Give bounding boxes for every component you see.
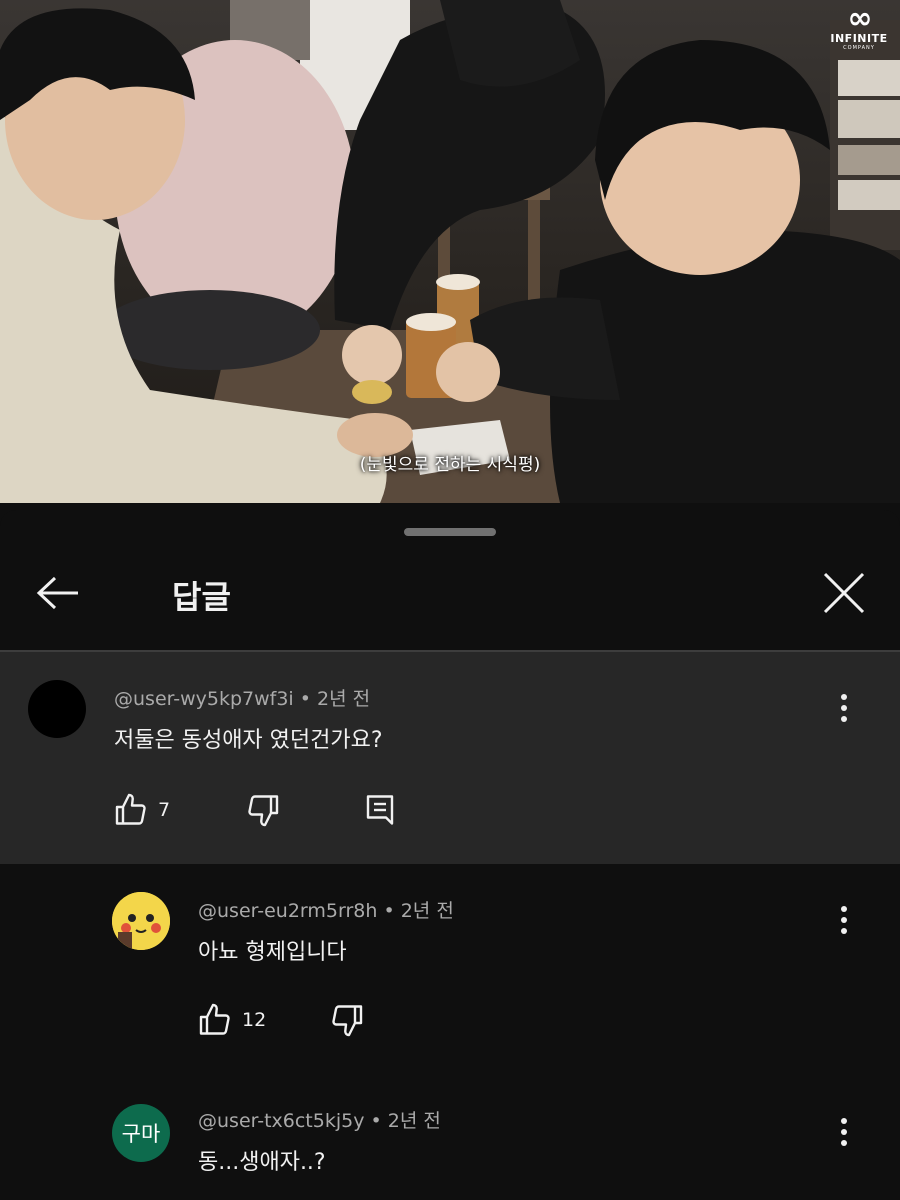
dislike-button[interactable] [244,792,280,828]
thumb-down-icon [248,795,279,827]
logo-subtext: COMPANY [843,45,875,51]
video-subtitle: (눈빛으로 전하는 시식평) [359,455,541,475]
comment-icon [366,795,394,825]
more-options-button[interactable] [829,1112,859,1152]
avatar-text: 구마 [121,1122,161,1146]
thumb-down-icon [332,1005,363,1037]
more-vert-icon [841,1118,847,1146]
comment-author[interactable]: @user-tx6ct5kj5y [198,1110,364,1132]
infinite-logo-icon: ∞ [847,1,873,36]
avatar[interactable] [112,892,170,950]
comment-time: 2년 전 [400,900,454,922]
comment-text: 저둘은 동성애자 였던건가요? [114,728,383,753]
back-button[interactable] [30,570,86,616]
replies-panel: 답글 @user-wy5kp7wf3i • 2년 전 저둘은 동성애자 였던건가… [0,510,900,1200]
close-icon [823,572,865,614]
dislike-button[interactable] [328,1002,364,1038]
comment-text: 동...생애자..? [198,1150,326,1175]
more-vert-icon [841,694,847,722]
more-options-button[interactable] [829,688,859,728]
panel-title: 답글 [172,578,231,616]
meta-separator: • [383,900,395,922]
like-count: 12 [242,1009,267,1031]
like-button[interactable]: 7 [114,792,170,828]
drag-handle[interactable] [404,528,496,536]
reply-item: @user-eu2rm5rr8h • 2년 전 아뇨 형제입니다 12 [0,864,900,1064]
comment-text: 아뇨 형제입니다 [198,940,347,965]
arrow-left-icon [36,576,78,610]
video-frame [0,0,900,503]
more-options-button[interactable] [829,900,859,940]
comment-meta: @user-wy5kp7wf3i • 2년 전 [114,684,370,711]
comment-time: 2년 전 [387,1110,441,1132]
close-button[interactable] [816,568,872,618]
pikachu-avatar-icon [112,892,170,950]
panel-header: 답글 [0,550,900,650]
parent-comment: @user-wy5kp7wf3i • 2년 전 저둘은 동성애자 였던건가요? … [0,652,900,864]
logo-name: INFINITE [830,32,888,45]
like-button[interactable]: 12 [198,1002,266,1038]
comment-author[interactable]: @user-eu2rm5rr8h [198,900,377,922]
comment-meta: @user-eu2rm5rr8h • 2년 전 [198,896,454,923]
reply-item: 구마 @user-tx6ct5kj5y • 2년 전 동...생애자..? [0,1076,900,1200]
comment-time: 2년 전 [317,688,371,710]
channel-logo: ∞ INFINITE COMPANY [824,1,894,52]
like-count: 7 [158,799,171,821]
reply-button[interactable] [362,792,398,828]
avatar[interactable]: 구마 [112,1104,170,1162]
more-vert-icon [841,906,847,934]
avatar[interactable] [28,680,86,738]
meta-separator: • [299,688,311,710]
thumb-up-icon [199,1003,230,1035]
comment-meta: @user-tx6ct5kj5y • 2년 전 [198,1106,441,1133]
comment-author[interactable]: @user-wy5kp7wf3i [114,688,294,710]
thumb-up-icon [115,793,146,825]
meta-separator: • [370,1110,382,1132]
video-player[interactable]: (눈빛으로 전하는 시식평) ∞ INFINITE COMPANY [0,0,900,503]
